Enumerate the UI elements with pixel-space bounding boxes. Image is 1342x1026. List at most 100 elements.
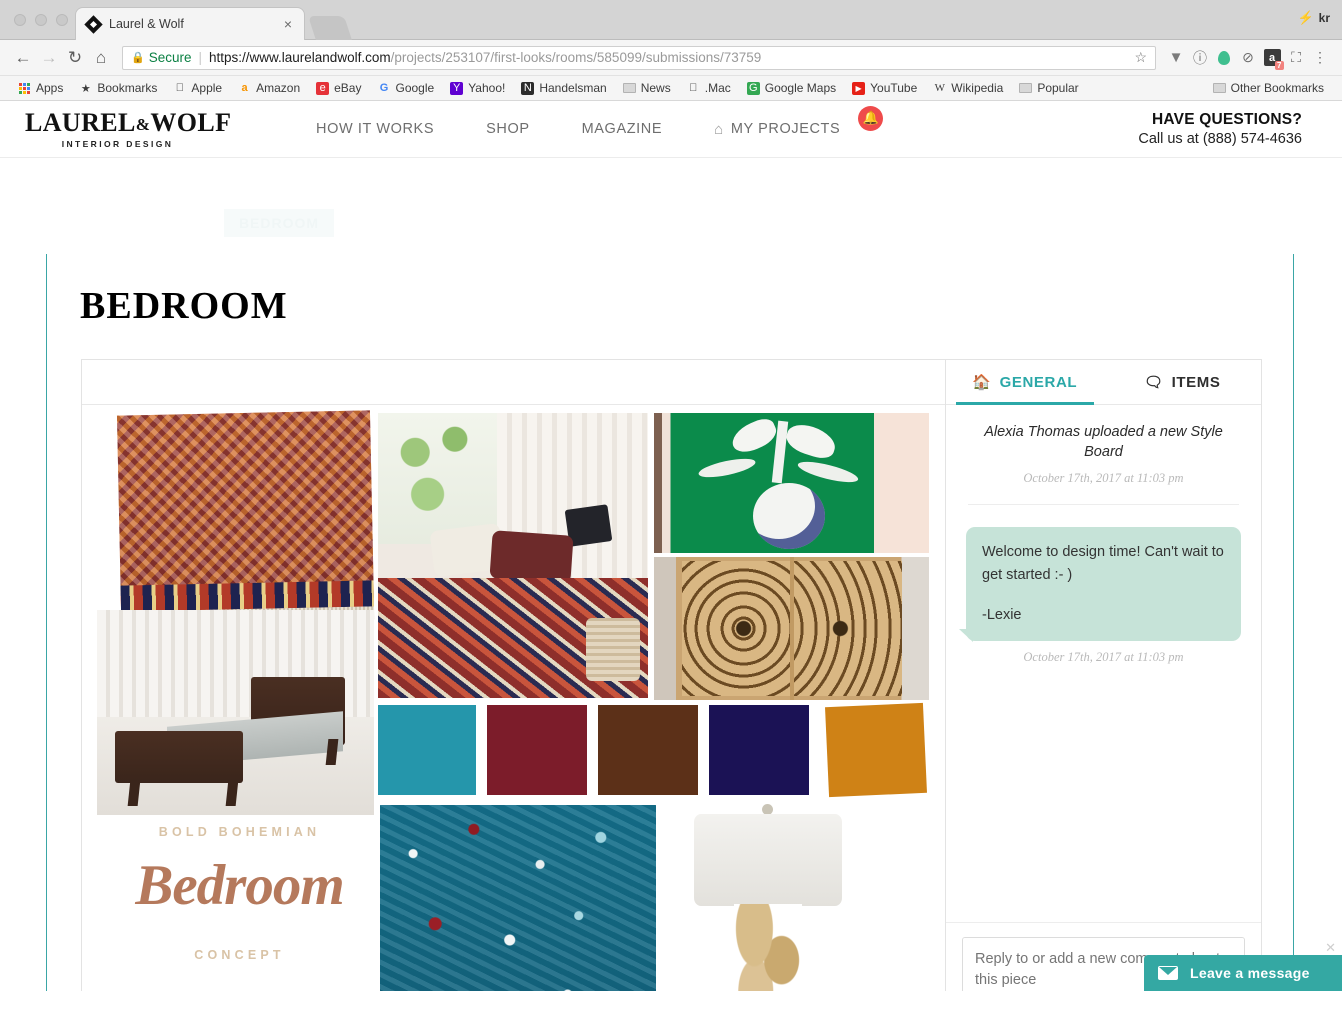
activity-event-text: Alexia Thomas uploaded a new Style Board bbox=[984, 424, 1223, 460]
folder-icon bbox=[622, 82, 636, 95]
tab-items[interactable]: 🗨 ITEMS bbox=[1104, 360, 1262, 404]
fullscreen-icon[interactable]: ⛶ bbox=[1284, 46, 1308, 70]
comment-signature: -Lexie bbox=[982, 607, 1022, 624]
bookmark-handelsman[interactable]: N Handelsman bbox=[513, 81, 614, 95]
battery-icon: ⚡ bbox=[1297, 10, 1314, 25]
nav-label: HOW IT WORKS bbox=[316, 121, 435, 137]
comments-panel: 🏠 GENERAL 🗨 ITEMS Alexia Thomas uploaded… bbox=[946, 359, 1262, 991]
maximize-window-button[interactable] bbox=[56, 14, 68, 26]
bookmark-star-icon[interactable]: ☆ bbox=[1128, 49, 1147, 66]
bookmark-popular[interactable]: Popular bbox=[1011, 81, 1086, 95]
window-controls[interactable] bbox=[14, 14, 68, 26]
new-tab-button[interactable] bbox=[308, 16, 352, 40]
url-domain: https://www.laurelandwolf.com bbox=[209, 50, 391, 65]
reload-icon[interactable]: ↻ bbox=[62, 45, 88, 71]
bookmark-youtube[interactable]: ▶ YouTube bbox=[844, 81, 925, 95]
google-maps-icon: G bbox=[746, 81, 760, 95]
site-header: LAUREL&WOLF INTERIOR DESIGN HOW IT WORKS… bbox=[0, 101, 1342, 158]
board-item-rug bbox=[116, 410, 375, 612]
apple-icon:  bbox=[173, 82, 186, 95]
honey-icon[interactable]: a7 bbox=[1260, 46, 1284, 70]
breadcrumb-ghost-tab[interactable]: BEDROOM bbox=[224, 209, 334, 237]
leave-a-message-widget[interactable]: Leave a message ✕ bbox=[1144, 940, 1342, 991]
bookmark-google-maps[interactable]: G Google Maps bbox=[739, 81, 844, 95]
browser-window: Laurel & Wolf × ⚡ kr ← → ↻ ⌂ 🔒 Secure | … bbox=[0, 0, 1342, 1026]
apps-grid-icon bbox=[18, 82, 31, 95]
panel-tabs: 🏠 GENERAL 🗨 ITEMS bbox=[946, 360, 1261, 405]
wikipedia-icon: W bbox=[934, 82, 945, 94]
chrome-menu-icon[interactable]: ⋮ bbox=[1308, 46, 1332, 70]
note-icon: N bbox=[521, 81, 535, 95]
secure-label: Secure bbox=[148, 50, 192, 65]
palette-swatch-teal bbox=[378, 705, 476, 795]
thread-divider bbox=[968, 504, 1239, 506]
back-icon[interactable]: ← bbox=[10, 45, 36, 71]
home-icon[interactable]: ⌂ bbox=[88, 45, 114, 71]
bookmark-label: Apps bbox=[36, 81, 64, 95]
close-window-button[interactable] bbox=[14, 14, 26, 26]
bookmark-other-bookmarks[interactable]: Other Bookmarks bbox=[1205, 81, 1332, 95]
honey-badge-count: 7 bbox=[1275, 61, 1284, 70]
envelope-icon bbox=[1158, 966, 1178, 980]
pocket-icon[interactable]: ▼ bbox=[1164, 46, 1188, 70]
bookmark-yahoo[interactable]: Y Yahoo! bbox=[442, 81, 513, 95]
laurel-wolf-diamond-icon bbox=[84, 14, 103, 34]
folder-icon bbox=[1019, 82, 1033, 95]
palette-swatch-orange bbox=[825, 702, 927, 798]
bookmark-label: Handelsman bbox=[539, 81, 607, 95]
address-bar[interactable]: 🔒 Secure | https://www.laurelandwolf.com… bbox=[122, 45, 1156, 70]
site-logo[interactable]: LAUREL&WOLF INTERIOR DESIGN bbox=[25, 107, 232, 149]
bookmarks-bar: Apps ★ Bookmarks  Apple a Amazon e eBay… bbox=[0, 76, 1342, 101]
bookmark-label: Google bbox=[395, 81, 435, 95]
tab-label: ITEMS bbox=[1171, 373, 1221, 391]
browser-tab[interactable]: Laurel & Wolf × bbox=[75, 7, 305, 40]
grammarly-icon[interactable] bbox=[1212, 46, 1236, 70]
tab-label: GENERAL bbox=[999, 373, 1078, 391]
board-item-fabric-swatch bbox=[380, 805, 656, 991]
nav-how-it-works[interactable]: HOW IT WORKS bbox=[290, 121, 460, 137]
star-icon: ★ bbox=[80, 82, 91, 95]
style-board-image[interactable]: BOLD BOHEMIAN Bedroom CONCEPT ⌕ bbox=[82, 405, 945, 991]
style-board-panel: BOLD BOHEMIAN Bedroom CONCEPT ⌕ bbox=[81, 359, 946, 991]
comments-icon: 🗨 bbox=[1144, 374, 1164, 391]
nav-shop[interactable]: SHOP bbox=[460, 121, 556, 137]
bookmark-bookmarks[interactable]: ★ Bookmarks bbox=[71, 81, 165, 95]
info-icon[interactable]: ⓘ bbox=[1188, 46, 1212, 70]
forward-icon[interactable]: → bbox=[36, 45, 62, 71]
youtube-icon: ▶ bbox=[852, 81, 866, 95]
chat-widget-label: Leave a message bbox=[1190, 965, 1310, 981]
nav-my-projects[interactable]: ⌂ MY PROJECTS bbox=[688, 121, 866, 138]
palette-swatch-maroon bbox=[487, 705, 587, 795]
bookmark-news[interactable]: News bbox=[615, 81, 679, 95]
bookmark-amazon[interactable]: a Amazon bbox=[230, 81, 308, 95]
help-block: HAVE QUESTIONS? Call us at (888) 574-463… bbox=[1138, 111, 1342, 147]
page-content: LAUREL&WOLF INTERIOR DESIGN HOW IT WORKS… bbox=[0, 101, 1342, 991]
comment-timestamp: October 17th, 2017 at 11:03 pm bbox=[1023, 649, 1184, 664]
minimize-window-button[interactable] bbox=[35, 14, 47, 26]
board-item-table-lamp bbox=[682, 800, 852, 991]
bookmark-apple[interactable]:  Apple bbox=[165, 81, 230, 95]
lock-icon: 🔒 bbox=[131, 52, 145, 64]
omnibox-separator: | bbox=[198, 50, 202, 65]
style-board-toolbar bbox=[82, 360, 945, 405]
notification-bell-icon[interactable]: 🔔 bbox=[858, 105, 884, 131]
bookmark-mac[interactable]:  .Mac bbox=[679, 81, 739, 95]
bookmark-apps[interactable]: Apps bbox=[10, 81, 71, 95]
close-tab-button[interactable]: × bbox=[282, 17, 294, 31]
logo-wordmark: LAUREL&WOLF bbox=[25, 107, 232, 137]
bookmark-wikipedia[interactable]: W Wikipedia bbox=[925, 81, 1011, 95]
nav-label: SHOP bbox=[486, 121, 530, 137]
close-icon[interactable]: ✕ bbox=[1325, 940, 1336, 956]
bookmark-ebay[interactable]: e eBay bbox=[308, 81, 369, 95]
bookmark-google[interactable]: G Google bbox=[369, 81, 442, 95]
main-navigation: HOW IT WORKS SHOP MAGAZINE ⌂ MY PROJECTS… bbox=[290, 105, 884, 138]
nav-magazine[interactable]: MAGAZINE bbox=[556, 121, 689, 137]
tab-general[interactable]: 🏠 GENERAL bbox=[946, 360, 1104, 405]
board-item-green-artwork bbox=[654, 413, 929, 553]
apple-icon:  bbox=[687, 82, 700, 95]
bookmark-label: YouTube bbox=[870, 81, 918, 95]
adblock-icon[interactable]: ⊘ bbox=[1236, 46, 1260, 70]
bookmark-label: Amazon bbox=[256, 81, 301, 95]
logo-tagline: INTERIOR DESIGN bbox=[61, 138, 174, 149]
amazon-icon: a bbox=[241, 82, 248, 94]
